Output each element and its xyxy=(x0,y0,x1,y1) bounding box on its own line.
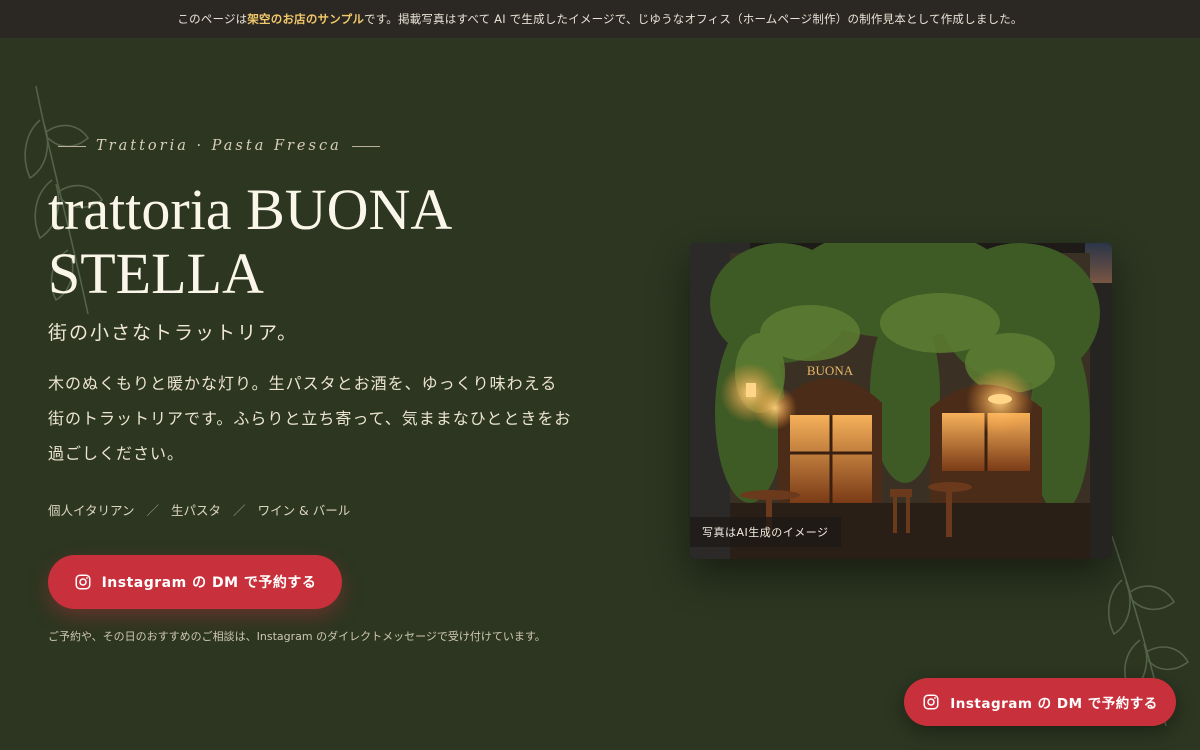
hero-description: 木のぬくもりと暖かな灯り。生パスタとお酒を、ゆっくり味わえる 街のトラットリアで… xyxy=(48,366,618,471)
notice-prefix: このページは xyxy=(177,12,248,26)
hero-title-line1: trattoria BUONA xyxy=(48,177,453,242)
tag-item: 個人イタリアン xyxy=(48,503,135,518)
photo-sign-text: BUONA xyxy=(807,363,854,378)
photo-caption: 写真はAI生成のイメージ xyxy=(690,517,841,547)
description-line1: 木のぬくもりと暖かな灯り。生パスタとお酒を、ゆっくり味わえる xyxy=(48,374,558,393)
instagram-dm-reserve-label: Instagram の DM で予約する xyxy=(101,575,317,591)
instagram-dm-reserve-button[interactable]: Instagram の DM で予約する xyxy=(48,555,342,609)
notice-highlight: 架空のお店のサンプル xyxy=(247,12,365,26)
instagram-icon xyxy=(75,574,91,590)
hero-title-line2: STELLA xyxy=(48,241,264,306)
hero-title: trattoria BUONA STELLA xyxy=(48,178,608,306)
hero-subtitle-text: Trattoria · Pasta Fresca xyxy=(96,138,342,154)
floating-instagram-dm-label: Instagram の DM で予約する xyxy=(950,696,1158,712)
tag-separator: ／ xyxy=(233,503,246,518)
subtitle-rule-right xyxy=(351,145,380,147)
hero-tags: 個人イタリアン ／ 生パスタ ／ ワイン & バール xyxy=(48,500,350,519)
instagram-icon xyxy=(923,694,939,710)
description-line3: 過ごしください。 xyxy=(48,444,185,463)
tag-separator: ／ xyxy=(146,503,160,518)
storefront-photo: BUONA 写真はAI生成のイメージ xyxy=(690,243,1112,559)
hero-subtitle: Trattoria · Pasta Fresca xyxy=(58,136,380,156)
notice-suffix: です。掲載写真はすべて AI で生成したイメージで、じゆうなオフィス（ホームペー… xyxy=(364,12,1023,26)
hero-tagline: 街の小さなトラットリア。 xyxy=(48,322,299,344)
tag-item: 生パスタ xyxy=(171,503,222,518)
reservation-note: ご予約や、その日のおすすめのご相談は、Instagram のダイレクトメッセージ… xyxy=(48,630,546,643)
tag-item: ワイン & バール xyxy=(257,503,351,518)
sample-notice-bar: このページは 架空のお店のサンプル です。掲載写真はすべて AI で生成したイメ… xyxy=(0,0,1200,38)
floating-instagram-dm-button[interactable]: Instagram の DM で予約する xyxy=(904,678,1176,726)
description-line2: 街のトラットリアです。ふらりと立ち寄って、気ままなひとときをお xyxy=(48,409,572,428)
subtitle-rule-left xyxy=(58,145,86,147)
storefront-illustration: BUONA xyxy=(690,243,1112,559)
